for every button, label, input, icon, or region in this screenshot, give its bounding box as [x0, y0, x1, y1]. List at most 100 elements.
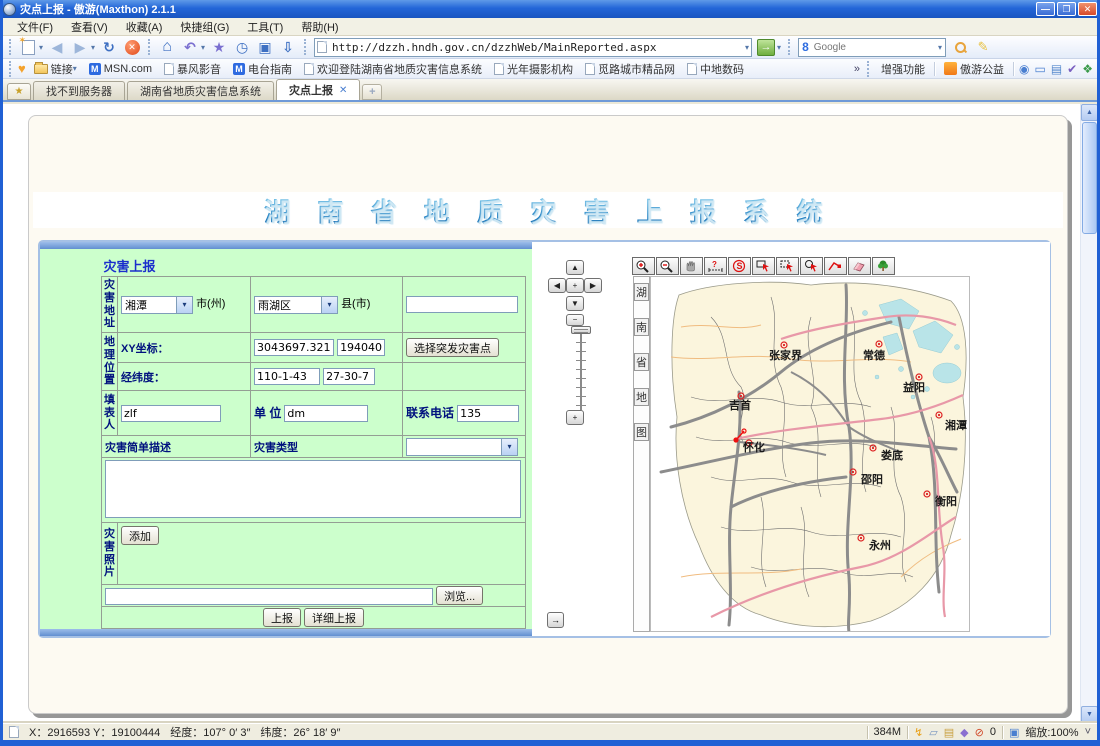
map-side-tab-char-1[interactable]: 南 [634, 318, 649, 336]
pan-left-button[interactable]: ◀ [548, 278, 566, 293]
city-marker-怀化[interactable]: 怀化 [743, 440, 765, 454]
go-dropdown[interactable]: ▾ [777, 43, 781, 52]
new-tab-button[interactable]: + [362, 84, 382, 100]
zoom-level[interactable]: 缩放:100% [1025, 724, 1078, 740]
snap-button[interactable]: ▣ [256, 38, 274, 57]
scrollbar-thumb[interactable] [1082, 122, 1097, 234]
home-button[interactable]: ⌂ [158, 38, 176, 57]
phone-input[interactable] [457, 405, 519, 422]
address-input[interactable] [330, 40, 745, 55]
pan-right-button[interactable]: ▶ [584, 278, 602, 293]
search-button[interactable] [951, 38, 969, 57]
zoom-slider-handle[interactable] [571, 326, 591, 334]
measure-distance-button[interactable]: ? [704, 257, 727, 275]
menu-item-2[interactable]: 收藏(A) [118, 18, 171, 36]
zoom-dropdown-icon[interactable]: ˅ [1085, 726, 1091, 738]
map-side-tab-char-2[interactable]: 省 [634, 353, 649, 371]
eraser-icon[interactable]: ◆ [960, 726, 968, 739]
clear-selection-button[interactable]: S [728, 257, 751, 275]
detail-submit-button[interactable]: 详细上报 [304, 608, 364, 627]
pan-up-button[interactable]: ▲ [566, 260, 584, 275]
favorites-heart-icon[interactable]: ♥ [18, 61, 26, 76]
bookmark-item-4[interactable]: 光年摄影机构 [490, 60, 577, 78]
description-textarea[interactable] [105, 460, 521, 518]
bookmark-item-1[interactable]: 暴风影音 [160, 60, 225, 78]
address-detail-input[interactable] [406, 296, 518, 313]
new-page-button[interactable] [19, 38, 37, 57]
pick-disaster-point-button[interactable]: 选择突发灾害点 [406, 338, 499, 357]
zoom-out-step-button[interactable]: − [566, 314, 584, 326]
draw-point-button[interactable] [824, 257, 847, 275]
zoom-out-button[interactable] [656, 257, 679, 275]
bookmark-item-5[interactable]: 觅路城市精品网 [581, 60, 679, 78]
undo-dropdown[interactable]: ▾ [201, 43, 205, 52]
forward-button[interactable]: ▶ [71, 38, 89, 57]
zoom-box-button[interactable] [752, 257, 775, 275]
disaster-type-select[interactable]: ▾ [406, 438, 518, 456]
tab-0[interactable]: 找不到服务器 [33, 81, 125, 100]
new-page-dropdown[interactable]: ▾ [39, 43, 43, 52]
collapse-panel-button[interactable]: → [547, 612, 564, 628]
add-photo-button[interactable]: 添加 [121, 526, 159, 545]
zoom-window-icon[interactable]: ▣ [1009, 726, 1019, 739]
split-window-icon[interactable]: ▭ [1034, 62, 1045, 76]
notes-icon[interactable]: ▤ [1051, 62, 1062, 76]
go-button[interactable]: → [757, 39, 775, 56]
map-side-tab-char-0[interactable]: 湖 [634, 283, 649, 301]
address-dropdown[interactable]: ▾ [745, 43, 749, 52]
pan-down-button[interactable]: ▼ [566, 296, 584, 311]
filter-check-icon[interactable]: ✔ [1067, 62, 1077, 76]
map-view[interactable]: 张家界常德益阳吉首怀化湘潭娄底邵阳衡阳永州 [650, 276, 970, 632]
scroll-down-icon[interactable]: ▼ [1081, 706, 1097, 723]
links-folder[interactable]: 链接 ▾ [30, 60, 81, 78]
bookmark-item-3[interactable]: 欢迎登陆湖南省地质灾害信息系统 [300, 60, 486, 78]
pages-icon[interactable]: ▱ [929, 726, 937, 739]
enhance-features-button[interactable]: 增强功能 [877, 60, 929, 78]
refresh-button[interactable]: ↻ [100, 38, 118, 57]
eraser-button[interactable] [848, 257, 871, 275]
search-engine-dropdown[interactable]: ▾ [938, 43, 942, 52]
popup-blocker-icon[interactable]: ⊘ [975, 726, 984, 739]
tab-list-star-button[interactable]: ★ [7, 83, 31, 100]
city-select[interactable]: 湘潭 ▾ [121, 296, 193, 314]
select-circle-button[interactable] [800, 257, 823, 275]
search-input[interactable] [812, 41, 938, 54]
back-button[interactable]: ◀ [48, 38, 66, 57]
file-path-input[interactable] [105, 588, 433, 605]
undo-button[interactable]: ↶ [181, 38, 199, 57]
highlight-button[interactable]: ✎ [974, 38, 992, 57]
full-extent-button[interactable] [872, 257, 895, 275]
menu-item-5[interactable]: 帮助(H) [293, 18, 346, 36]
maximize-button[interactable]: ❐ [1057, 2, 1076, 16]
zoom-in-step-button[interactable]: + [566, 410, 584, 425]
map-side-tab-char-4[interactable]: 图 [634, 423, 649, 441]
stop-button[interactable]: ✕ [123, 38, 141, 57]
menu-item-3[interactable]: 快捷组(G) [172, 18, 237, 36]
menu-item-0[interactable]: 文件(F) [9, 18, 61, 36]
tab-1[interactable]: 湖南省地质灾害信息系统 [127, 81, 274, 100]
pan-button[interactable] [680, 257, 703, 275]
browse-button[interactable]: 浏览... [436, 586, 483, 605]
menu-item-1[interactable]: 查看(V) [63, 18, 116, 36]
x-coordinate-input[interactable] [254, 339, 334, 356]
map-side-tab-char-3[interactable]: 地 [634, 388, 649, 406]
maxthon-charity-button[interactable]: 傲游公益 [940, 60, 1008, 78]
tab-2[interactable]: 灾点上报✕ [276, 79, 360, 100]
bookmark-item-0[interactable]: MMSN.com [85, 62, 156, 76]
pan-center-button[interactable]: + [566, 278, 584, 293]
scroll-up-icon[interactable]: ▲ [1081, 104, 1097, 121]
bookmarks-overflow[interactable]: » [854, 63, 860, 75]
boost-icon[interactable]: ↯ [914, 726, 923, 739]
bookmark-item-6[interactable]: 中地数码 [683, 60, 748, 78]
unit-input[interactable] [284, 405, 368, 422]
y-coordinate-input[interactable] [337, 339, 385, 356]
history-dropdown[interactable]: ▾ [91, 43, 95, 52]
zoom-in-button[interactable] [632, 257, 655, 275]
history-clock-button[interactable]: ◷ [233, 38, 251, 57]
page-scrollbar[interactable]: ▲ ▼ [1080, 104, 1097, 723]
plugin-icon[interactable]: ❖ [1082, 62, 1093, 76]
magic-wand-button[interactable]: ★ [210, 38, 228, 57]
reporter-name-input[interactable] [121, 405, 221, 422]
close-button[interactable]: ✕ [1078, 2, 1097, 16]
minimize-button[interactable]: — [1036, 2, 1055, 16]
